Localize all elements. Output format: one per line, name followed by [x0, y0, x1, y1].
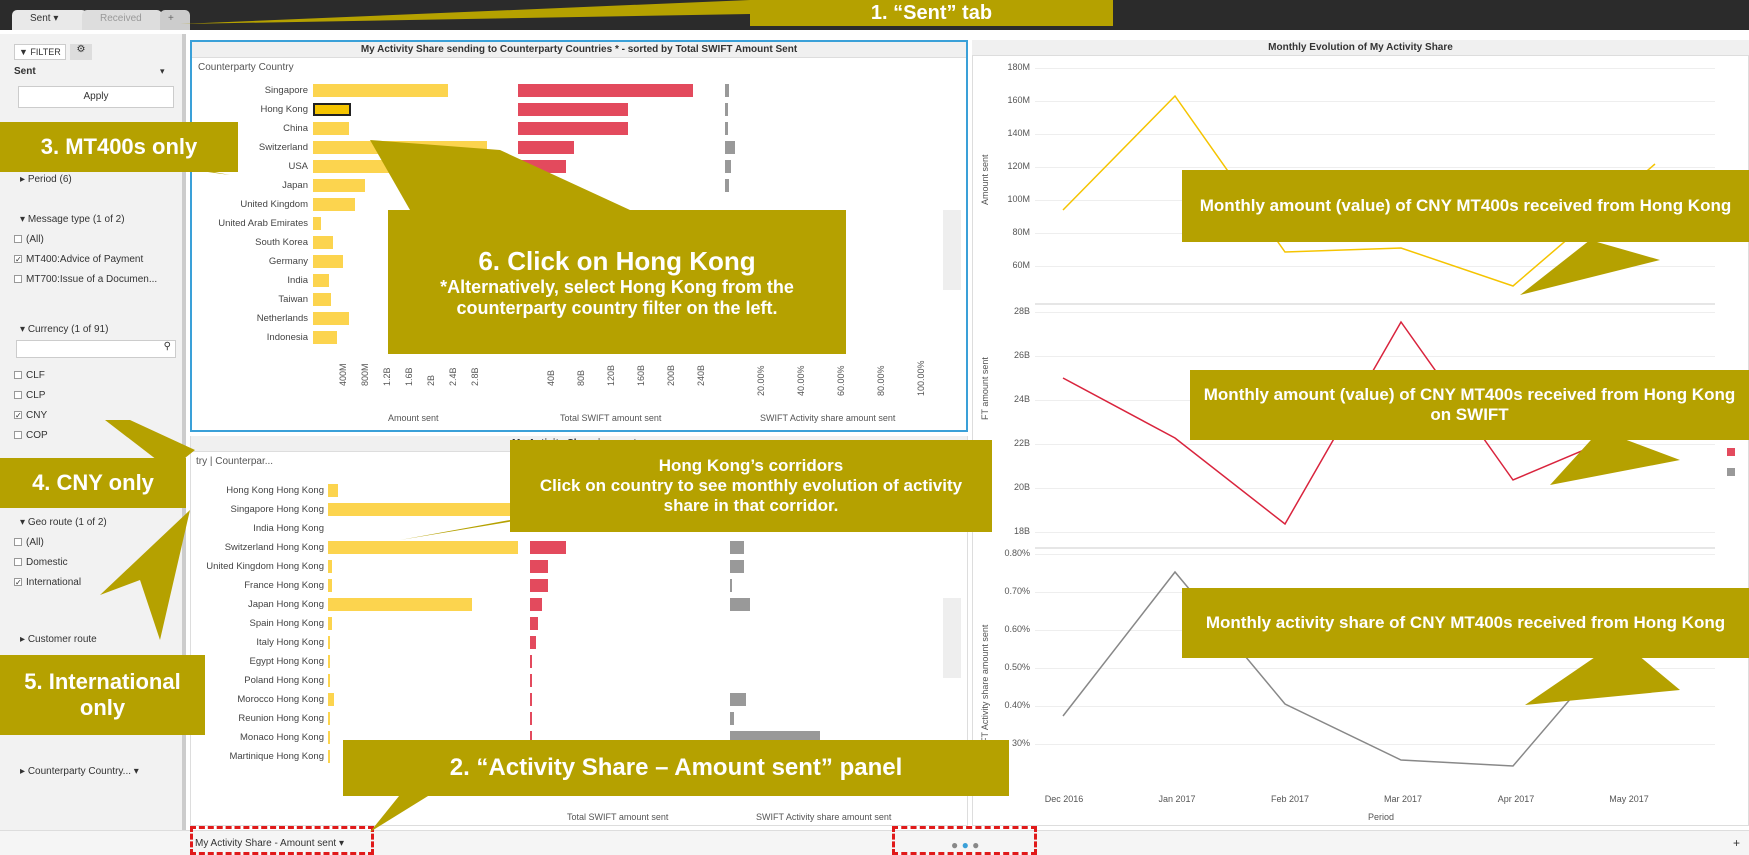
callout-corridors: Hong Kong’s corridors Click on country to… [510, 440, 992, 532]
callout-monthly-share: Monthly activity share of CNY MT400s rec… [1182, 588, 1749, 658]
callout-hong-kong-note: *Alternatively, select Hong Kong from th… [440, 276, 794, 318]
callout-monthly-amount: Monthly amount (value) of CNY MT400s rec… [1182, 170, 1749, 242]
callout-monthly-swift: Monthly amount (value) of CNY MT400s rec… [1190, 370, 1749, 440]
callout-hong-kong-title: 6. Click on Hong Kong [478, 245, 756, 276]
callout-corridors-title: Hong Kong’s corridors [658, 456, 844, 475]
callout-international-line2: only [79, 695, 126, 720]
callout-corridors-text: Click on country to see monthly evolutio… [539, 476, 963, 515]
callout-cny: 4. CNY only [0, 458, 186, 508]
callout-sent-tab: 1. “Sent” tab [750, 0, 1113, 26]
callout-mt400: 3. MT400s only [0, 122, 238, 172]
callout-activity-panel: 2. “Activity Share – Amount sent” panel [343, 740, 1009, 796]
callout-international: 5. International only [0, 655, 205, 735]
callout-hong-kong: 6. Click on Hong Kong *Alternatively, sel… [388, 210, 846, 354]
callout-international-line1: 5. International [24, 669, 181, 694]
